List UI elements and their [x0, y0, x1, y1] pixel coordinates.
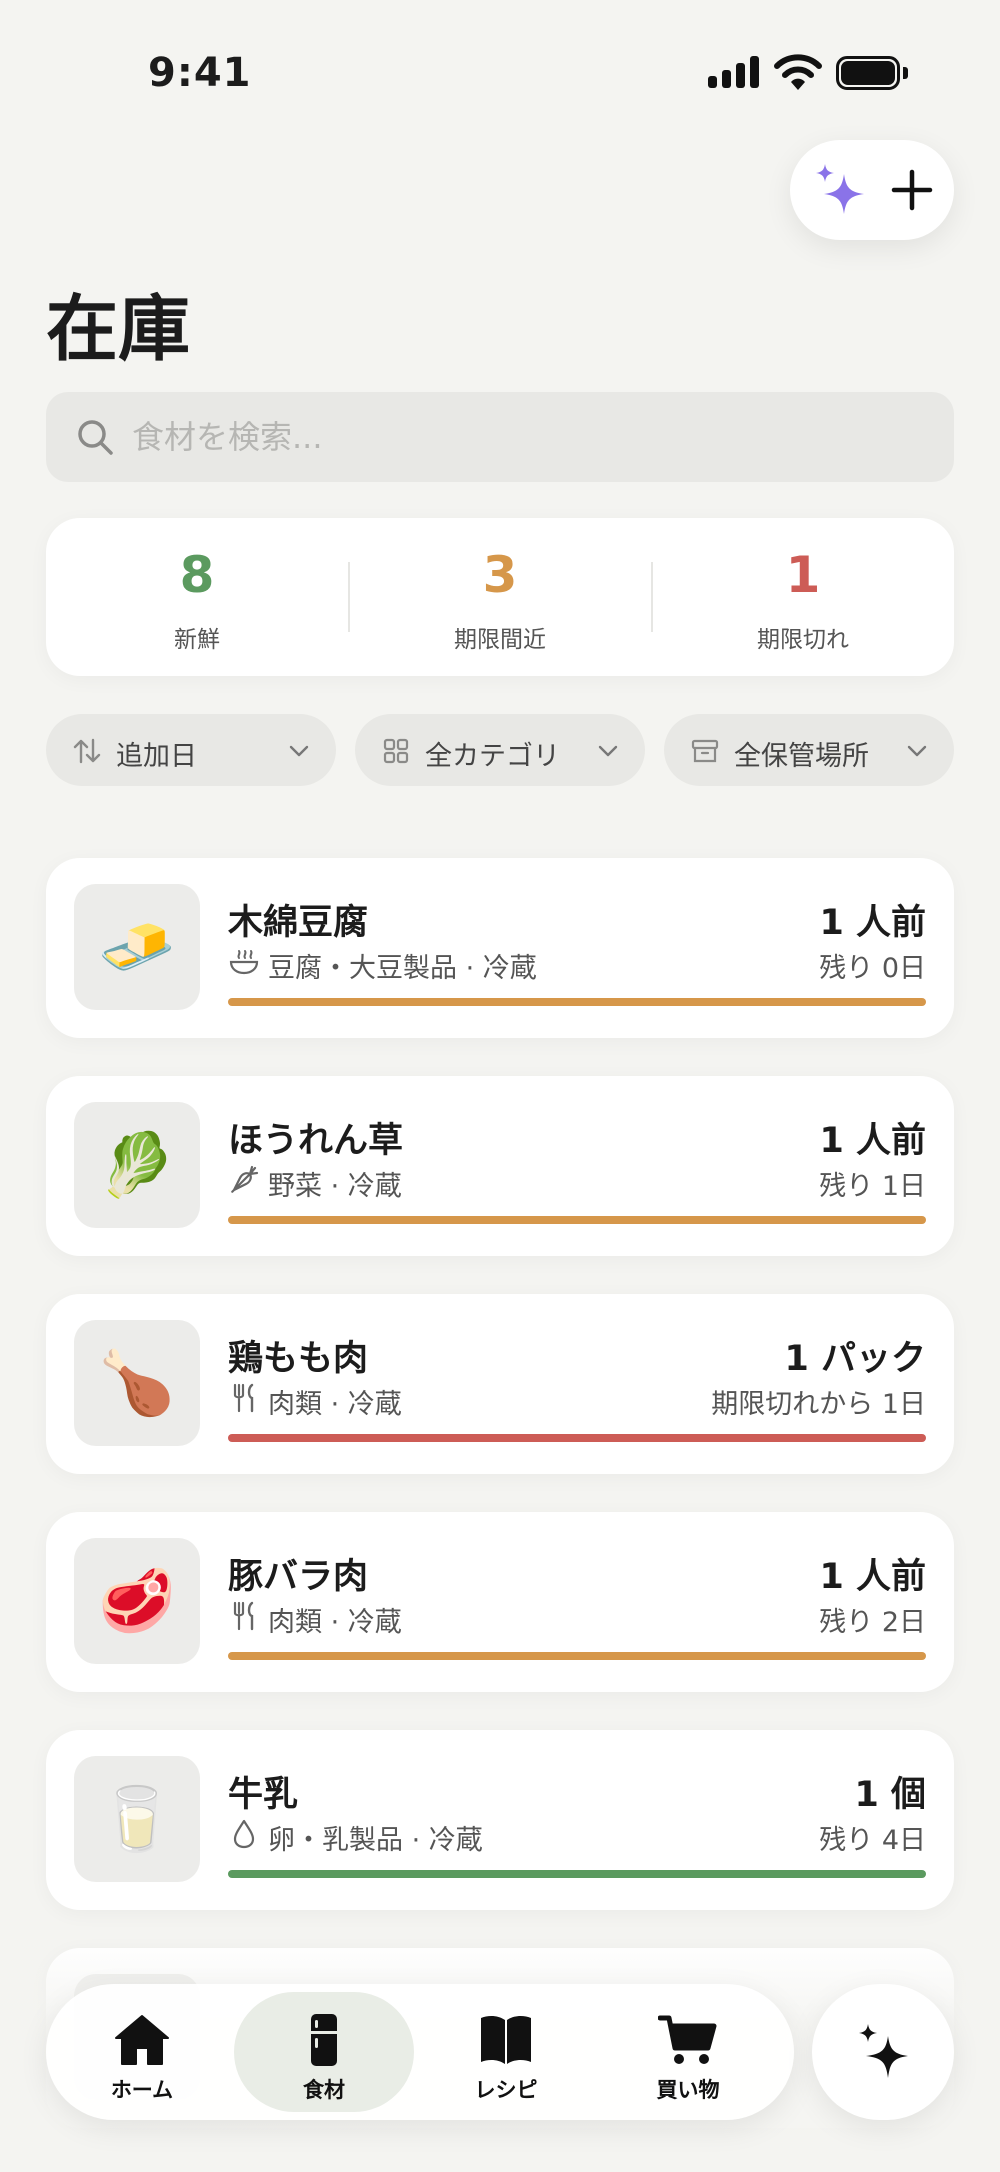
tab-ingredients[interactable]: 食材: [234, 1992, 414, 2112]
chevron-down-icon: [289, 745, 309, 757]
item-name: 鶏もも肉: [228, 1339, 369, 1379]
item-thumbnail: 🥬: [74, 1102, 200, 1228]
tab-recipes[interactable]: レシピ: [416, 1992, 596, 2112]
drop-icon: [233, 1819, 255, 1849]
status-bar: 9:41: [0, 0, 1000, 140]
freshness-bar: [228, 1870, 926, 1878]
tab-home-label: ホーム: [110, 2078, 174, 2102]
item-thumbnail: 🧈: [74, 884, 200, 1010]
item-remaining: 残り 0日: [819, 953, 926, 984]
stat-fresh-count: 8: [179, 546, 215, 604]
chevron-down-icon: [598, 745, 618, 757]
item-meta: 野菜 · 冷蔵: [268, 1171, 402, 1202]
fork-knife-icon: [233, 1601, 254, 1631]
sort-icon: [73, 738, 101, 764]
item-meta: 肉類 · 冷蔵: [268, 1389, 402, 1420]
book-icon: [481, 2015, 531, 2064]
top-actions: [790, 140, 954, 240]
stat-expiring-label: 期限間近: [454, 627, 546, 653]
search-input[interactable]: [132, 392, 922, 482]
item-thumbnail: 🍗: [74, 1320, 200, 1446]
stat-expiring[interactable]: 3 期限間近: [349, 518, 651, 676]
grid-icon: [383, 738, 409, 764]
item-quantity: 1 人前: [819, 1121, 926, 1161]
location-filter-dropdown[interactable]: 全保管場所: [664, 714, 954, 786]
stat-fresh[interactable]: 8 新鮮: [46, 518, 348, 676]
freshness-bar: [228, 998, 926, 1006]
item-thumbnail: 🥛: [74, 1756, 200, 1882]
ai-sparkle-button[interactable]: [810, 160, 870, 220]
list-item[interactable]: 🥬 ほうれん草 1 人前 野菜 · 冷蔵 残り 1日: [46, 1076, 954, 1256]
stat-expired-count: 1: [785, 546, 821, 604]
search-icon: [78, 420, 113, 455]
item-name: 牛乳: [228, 1775, 299, 1815]
list-item[interactable]: 🍗 鶏もも肉 1 パック 肉類 · 冷蔵 期限切れから 1日: [46, 1294, 954, 1474]
freshness-bar: [228, 1652, 926, 1660]
item-remaining: 期限切れから 1日: [711, 1389, 926, 1420]
item-meta: 豆腐・大豆製品 · 冷蔵: [268, 953, 537, 984]
sparkle-icon: [859, 2024, 908, 2078]
cellular-signal-icon: [708, 56, 760, 88]
filter-row: 追加日 全カテゴリ 全保管場所: [46, 714, 954, 786]
tab-recipes-label: レシピ: [474, 2078, 538, 2102]
home-icon: [115, 2015, 169, 2065]
stats-card: 8 新鮮 3 期限間近 1 期限切れ: [46, 518, 954, 676]
cart-icon: [658, 2015, 717, 2064]
item-remaining: 残り 1日: [819, 1171, 926, 1202]
item-thumbnail: 🥩: [74, 1538, 200, 1664]
item-quantity: 1 人前: [819, 903, 926, 943]
wifi-icon: [774, 54, 822, 90]
page-title: 在庫: [46, 287, 191, 371]
item-meta: 肉類 · 冷蔵: [268, 1607, 402, 1638]
item-name: 豚バラ肉: [228, 1557, 369, 1597]
bowl-icon: [229, 950, 259, 975]
item-quantity: 1 パック: [784, 1339, 926, 1379]
stat-fresh-label: 新鮮: [174, 627, 220, 653]
stat-expired[interactable]: 1 期限切れ: [652, 518, 954, 676]
chevron-down-icon: [907, 745, 927, 757]
tab-home[interactable]: ホーム: [52, 1992, 232, 2112]
battery-icon: [836, 56, 908, 90]
tab-bar: ホーム 食材 レシピ 買い物: [46, 1984, 794, 2120]
sort-filter-dropdown[interactable]: 追加日: [46, 714, 336, 786]
archive-box-icon: [691, 739, 719, 763]
search-bar[interactable]: [46, 392, 954, 482]
fridge-icon: [311, 2014, 337, 2066]
tab-shopping[interactable]: 買い物: [598, 1992, 778, 2112]
location-filter-label: 全保管場所: [734, 741, 869, 772]
tab-ingredients-label: 食材: [303, 2078, 345, 2102]
list-item[interactable]: 🥩 豚バラ肉 1 人前 肉類 · 冷蔵 残り 2日: [46, 1512, 954, 1692]
list-item[interactable]: 🧈 木綿豆腐 1 人前 豆腐・大豆製品 · 冷蔵 残り 0日: [46, 858, 954, 1038]
item-meta: 卵・乳製品 · 冷蔵: [268, 1825, 483, 1856]
freshness-bar: [228, 1216, 926, 1224]
carrot-icon: [231, 1165, 259, 1193]
status-time: 9:41: [148, 50, 252, 96]
list-item[interactable]: 🥛 牛乳 1 個 卵・乳製品 · 冷蔵 残り 4日: [46, 1730, 954, 1910]
fork-knife-icon: [233, 1383, 254, 1413]
category-filter-label: 全カテゴリ: [425, 741, 560, 772]
item-remaining: 残り 2日: [819, 1607, 926, 1638]
sort-filter-label: 追加日: [116, 741, 197, 772]
item-name: 木綿豆腐: [228, 903, 369, 943]
item-quantity: 1 人前: [819, 1557, 926, 1597]
item-quantity: 1 個: [854, 1775, 926, 1815]
stat-expired-label: 期限切れ: [757, 627, 849, 653]
ai-assistant-button[interactable]: [812, 1984, 954, 2120]
item-remaining: 残り 4日: [819, 1825, 926, 1856]
item-name: ほうれん草: [228, 1121, 404, 1161]
add-item-button[interactable]: [882, 160, 942, 220]
tab-shopping-label: 買い物: [656, 2078, 720, 2102]
category-filter-dropdown[interactable]: 全カテゴリ: [355, 714, 645, 786]
stat-expiring-count: 3: [482, 546, 518, 604]
freshness-bar: [228, 1434, 926, 1442]
